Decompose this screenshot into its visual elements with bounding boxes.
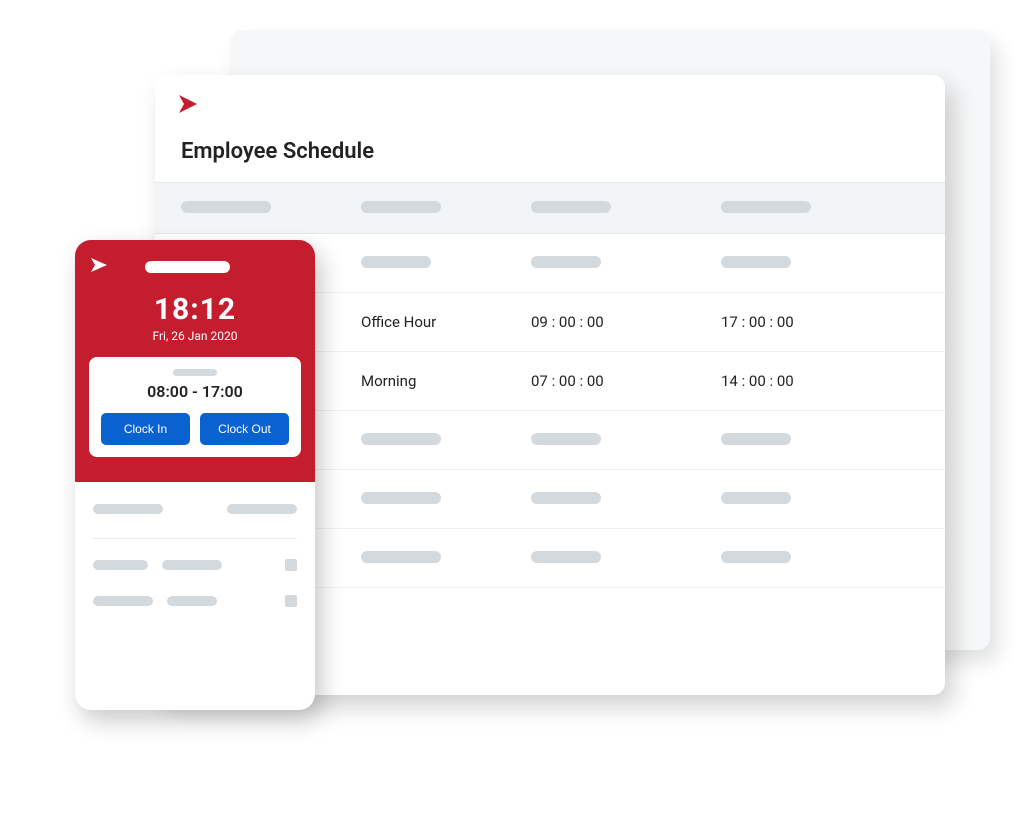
cell-placeholder — [361, 256, 431, 268]
clock-date: Fri, 26 Jan 2020 — [89, 329, 301, 343]
header-placeholder — [531, 201, 611, 213]
cell-placeholder — [721, 551, 791, 563]
cell-placeholder — [361, 433, 441, 445]
clock-out-button[interactable]: Clock Out — [200, 413, 289, 445]
shift-label-placeholder — [173, 369, 217, 376]
mobile-top-panel: 18:12 Fri, 26 Jan 2020 08:00 - 17:00 Clo… — [75, 240, 315, 482]
divider — [93, 538, 297, 539]
list-placeholder — [93, 596, 153, 606]
schedule-end: 17 : 00 : 00 — [721, 313, 881, 331]
mobile-bottom-panel — [75, 482, 315, 653]
header-placeholder — [721, 201, 811, 213]
mobile-statusbar — [89, 256, 301, 278]
schedule-start: 07 : 00 : 00 — [531, 372, 691, 390]
header-placeholder — [361, 201, 441, 213]
desktop-header — [155, 75, 945, 127]
notch-placeholder — [145, 261, 230, 273]
cell-placeholder — [721, 433, 791, 445]
schedule-name: Office Hour — [361, 313, 501, 331]
schedule-start: 09 : 00 : 00 — [531, 313, 691, 331]
list-placeholder — [162, 560, 222, 570]
schedule-name: Morning — [361, 372, 501, 390]
logo-arrow-icon — [89, 256, 111, 278]
clock-time: 18:12 — [89, 292, 301, 327]
page-title: Employee Schedule — [155, 127, 945, 182]
header-placeholder — [181, 201, 271, 213]
list-placeholder — [227, 504, 297, 514]
cell-placeholder — [721, 256, 791, 268]
cell-placeholder — [531, 433, 601, 445]
cell-placeholder — [531, 256, 601, 268]
shift-card: 08:00 - 17:00 Clock In Clock Out — [89, 357, 301, 457]
cell-placeholder — [721, 492, 791, 504]
table-header-row — [155, 182, 945, 234]
cell-placeholder — [531, 551, 601, 563]
schedule-end: 14 : 00 : 00 — [721, 372, 881, 390]
logo-arrow-icon — [177, 93, 203, 119]
cell-placeholder — [361, 551, 441, 563]
mobile-card: 18:12 Fri, 26 Jan 2020 08:00 - 17:00 Clo… — [75, 240, 315, 710]
shift-range: 08:00 - 17:00 — [101, 382, 289, 401]
cell-placeholder — [361, 492, 441, 504]
list-placeholder — [167, 596, 217, 606]
list-placeholder — [93, 560, 148, 570]
list-icon-placeholder — [285, 595, 297, 607]
clock-in-button[interactable]: Clock In — [101, 413, 190, 445]
list-placeholder — [93, 504, 163, 514]
cell-placeholder — [531, 492, 601, 504]
list-icon-placeholder — [285, 559, 297, 571]
